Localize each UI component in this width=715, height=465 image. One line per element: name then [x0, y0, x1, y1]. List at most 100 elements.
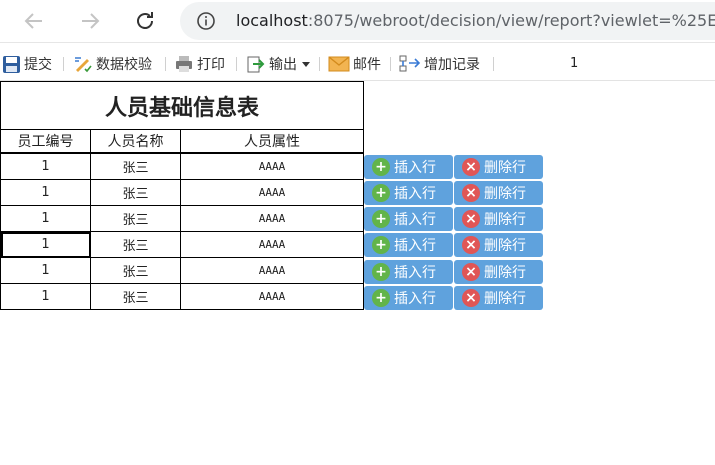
close-icon: × — [462, 289, 480, 307]
delete-row-button[interactable]: × 删除行 — [454, 207, 543, 231]
close-icon: × — [462, 184, 480, 202]
insert-row-label: 插入行 — [394, 238, 436, 254]
employee-id-cell[interactable]: 1 — [0, 179, 91, 206]
insert-row-label: 插入行 — [394, 265, 436, 281]
toolbar-divider — [165, 57, 166, 71]
insert-row-button[interactable]: + 插入行 — [364, 207, 453, 231]
print-button[interactable]: 打印 — [174, 53, 225, 75]
table-row: 1 张三 AAAA — [0, 152, 364, 180]
insert-row-button[interactable]: + 插入行 — [364, 260, 453, 284]
url-path: :8075/webroot/decision/view/report?viewl… — [307, 11, 715, 30]
plus-icon: + — [372, 184, 390, 202]
validate-label: 数据校验 — [96, 57, 152, 73]
employee-id-cell[interactable]: 1 — [0, 257, 91, 284]
delete-row-label: 删除行 — [484, 291, 526, 307]
forward-icon[interactable] — [78, 9, 102, 33]
close-icon: × — [462, 263, 480, 281]
column-header: 人员属性 — [180, 129, 364, 154]
toolbar-divider — [236, 57, 237, 71]
delete-row-button[interactable]: × 删除行 — [454, 260, 543, 284]
employee-id-cell[interactable]: 1 — [0, 231, 91, 258]
person-name-cell[interactable]: 张三 — [90, 205, 181, 232]
delete-row-button[interactable]: × 删除行 — [454, 286, 543, 310]
add-record-button[interactable]: 增加记录 — [399, 53, 480, 75]
person-name-cell[interactable]: 张三 — [90, 152, 181, 180]
caret-down-icon — [302, 62, 310, 67]
export-icon — [247, 56, 265, 73]
export-label: 输出 — [269, 57, 297, 73]
person-attr-cell[interactable]: AAAA — [180, 152, 364, 180]
submit-button[interactable]: 提交 — [2, 53, 52, 75]
close-icon: × — [462, 236, 480, 254]
insert-row-label: 插入行 — [394, 291, 436, 307]
printer-icon — [176, 56, 192, 72]
close-icon: × — [462, 158, 480, 176]
add-record-label: 增加记录 — [424, 57, 480, 73]
browser-bar: localhost:8075/webroot/decision/view/rep… — [0, 0, 715, 43]
insert-row-button[interactable]: + 插入行 — [364, 286, 453, 310]
person-attr-cell[interactable]: AAAA — [180, 179, 364, 206]
employee-id-cell[interactable]: 1 — [0, 205, 91, 232]
report-toolbar: 提交 数据校验 打印 输出 邮件 增加记录 1 — [0, 47, 715, 81]
person-name-cell[interactable]: 张三 — [90, 257, 181, 284]
delete-row-label: 删除行 — [484, 265, 526, 281]
toolbar-divider — [390, 57, 391, 71]
insert-row-label: 插入行 — [394, 160, 436, 176]
address-bar[interactable]: localhost:8075/webroot/decision/view/rep… — [180, 2, 715, 40]
header-row: 员工编号 人员名称 人员属性 — [0, 129, 364, 154]
delete-row-button[interactable]: × 删除行 — [454, 181, 543, 205]
mail-button[interactable]: 邮件 — [328, 53, 381, 75]
table-row: 1 张三 AAAA — [0, 257, 364, 284]
employee-id-cell[interactable]: 1 — [0, 283, 91, 310]
add-record-icon — [399, 55, 421, 72]
close-icon: × — [462, 210, 480, 228]
report-title: 人员基础信息表 — [0, 81, 364, 130]
delete-row-button[interactable]: × 删除行 — [454, 233, 543, 257]
insert-row-button[interactable]: + 插入行 — [364, 181, 453, 205]
page-number: 1 — [570, 56, 579, 71]
toolbar-divider — [319, 57, 320, 71]
column-header: 人员名称 — [90, 129, 181, 154]
url-text[interactable]: localhost:8075/webroot/decision/view/rep… — [236, 11, 715, 30]
person-name-cell[interactable]: 张三 — [90, 283, 181, 310]
pencil-check-icon — [75, 57, 92, 73]
back-icon[interactable] — [22, 9, 46, 33]
validate-button[interactable]: 数据校验 — [73, 53, 152, 75]
person-attr-cell[interactable]: AAAA — [180, 231, 364, 258]
report-table: 人员基础信息表 员工编号 人员名称 人员属性 1 张三 AAAA 1 张三 AA… — [0, 81, 364, 310]
url-host: localhost — [236, 11, 308, 30]
plus-icon: + — [372, 289, 390, 307]
plus-icon: + — [372, 263, 390, 281]
delete-row-label: 删除行 — [484, 160, 526, 176]
envelope-icon — [328, 56, 350, 72]
info-icon[interactable] — [196, 11, 216, 31]
export-menu-button[interactable]: 输出 — [246, 53, 314, 75]
toolbar-divider — [493, 57, 494, 71]
person-name-cell[interactable]: 张三 — [90, 231, 181, 258]
person-attr-cell[interactable]: AAAA — [180, 283, 364, 310]
table-row: 1 张三 AAAA — [0, 179, 364, 206]
report-sheet: 人员基础信息表 员工编号 人员名称 人员属性 1 张三 AAAA 1 张三 AA… — [0, 81, 364, 310]
plus-icon: + — [372, 236, 390, 254]
delete-row-label: 删除行 — [484, 212, 526, 228]
person-attr-cell[interactable]: AAAA — [180, 205, 364, 232]
toolbar-divider — [63, 57, 64, 71]
insert-row-button[interactable]: + 插入行 — [364, 155, 453, 179]
table-row: 1 张三 AAAA — [0, 205, 364, 232]
delete-row-button[interactable]: × 删除行 — [454, 155, 543, 179]
table-row: 1 张三 AAAA — [0, 283, 364, 310]
column-header: 员工编号 — [0, 129, 91, 154]
delete-row-label: 删除行 — [484, 186, 526, 202]
mail-label: 邮件 — [353, 57, 381, 73]
save-icon — [3, 55, 20, 73]
insert-row-label: 插入行 — [394, 212, 436, 228]
insert-row-button[interactable]: + 插入行 — [364, 233, 453, 257]
person-name-cell[interactable]: 张三 — [90, 179, 181, 206]
delete-row-label: 删除行 — [484, 238, 526, 254]
print-label: 打印 — [197, 57, 225, 73]
employee-id-cell[interactable]: 1 — [0, 152, 91, 180]
submit-label: 提交 — [24, 57, 52, 73]
reload-icon[interactable] — [133, 9, 157, 33]
insert-row-label: 插入行 — [394, 186, 436, 202]
person-attr-cell[interactable]: AAAA — [180, 257, 364, 284]
